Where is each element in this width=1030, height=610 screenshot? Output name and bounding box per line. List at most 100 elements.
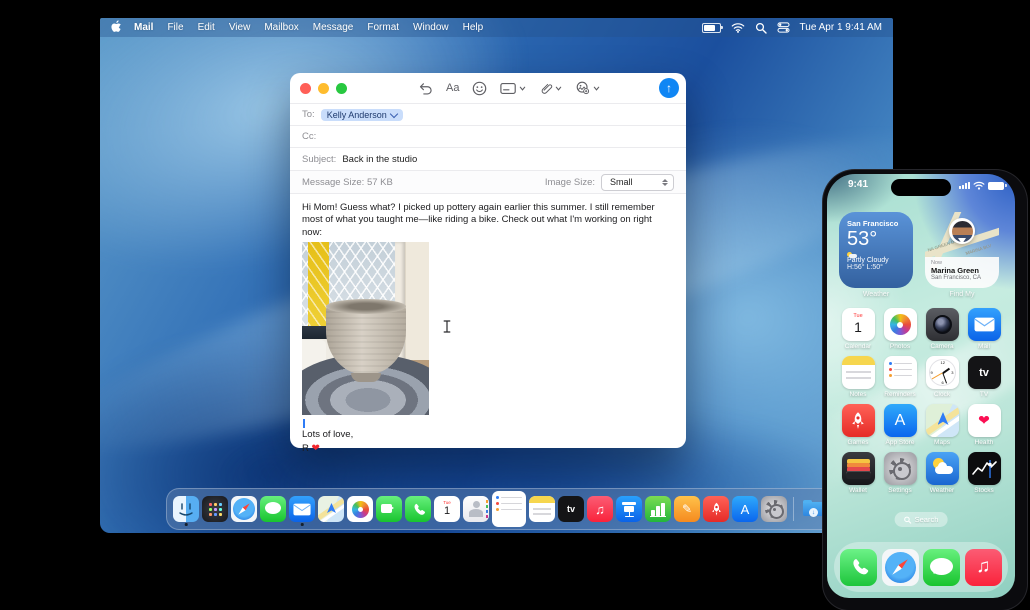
wifi-icon[interactable] xyxy=(731,22,745,33)
dock-appstore-icon[interactable]: A xyxy=(732,496,758,522)
spotlight-search-icon[interactable] xyxy=(755,22,767,34)
dock-maps-icon[interactable] xyxy=(318,496,344,522)
dock-notes-icon[interactable] xyxy=(529,496,555,522)
menu-item-file[interactable]: File xyxy=(167,22,183,33)
mail-compose-window: Aa ↑ To: Kelly Anderson Cc: Subject: Bac… xyxy=(290,73,686,454)
music-note-icon: ♫ xyxy=(976,556,991,577)
app-label: Calendar xyxy=(844,343,872,350)
app-label: Stocks xyxy=(974,487,994,494)
weather-widget[interactable]: San Francisco 53° Partly Cloudy H:56° L:… xyxy=(839,212,913,288)
app-mail[interactable]: Mail xyxy=(964,308,1004,350)
cc-field[interactable]: Cc: xyxy=(290,125,686,147)
app-label: Photos xyxy=(889,343,911,350)
findmy-widget-label: Find My xyxy=(949,291,975,298)
send-arrow-icon: ↑ xyxy=(666,81,672,95)
battery-icon xyxy=(988,181,1007,190)
app-health[interactable]: ❤ Health xyxy=(964,404,1004,446)
chevron-down-icon xyxy=(594,86,600,91)
to-field[interactable]: To: Kelly Anderson xyxy=(290,103,686,125)
menu-item-mail[interactable]: Mail xyxy=(134,22,153,33)
dock-music-icon[interactable]: ♫ xyxy=(587,496,613,522)
apple-menu[interactable] xyxy=(111,19,122,36)
app-settings[interactable]: Settings xyxy=(880,452,920,494)
zoom-window-button[interactable] xyxy=(336,82,347,94)
message-body[interactable]: Hi Mom! Guess what? I picked up pottery … xyxy=(290,194,686,456)
dock-safari-icon[interactable] xyxy=(231,496,257,522)
cellular-signal-icon xyxy=(959,181,970,190)
dock-numbers-icon[interactable] xyxy=(645,496,671,522)
app-tv[interactable]: tv TV xyxy=(964,356,1004,398)
dock-pages-icon[interactable]: ✎ xyxy=(674,496,700,522)
dock-safari-icon[interactable] xyxy=(881,548,919,586)
dock-contacts-icon[interactable] xyxy=(463,496,489,522)
app-reminders[interactable]: Reminders xyxy=(880,356,920,398)
dock-games-icon[interactable] xyxy=(703,496,729,522)
dock-reminders-icon[interactable] xyxy=(492,491,526,527)
dock-music-icon[interactable]: ♫ xyxy=(964,548,1002,586)
dock-tv-icon[interactable]: tv xyxy=(558,496,584,522)
app-stocks[interactable]: Stocks xyxy=(964,452,1004,494)
menu-item-view[interactable]: View xyxy=(229,22,251,33)
app-notes[interactable]: Notes xyxy=(838,356,878,398)
menu-item-mailbox[interactable]: Mailbox xyxy=(264,22,298,33)
attach-file-button[interactable] xyxy=(539,81,562,96)
app-maps[interactable]: Maps xyxy=(922,404,962,446)
menu-item-format[interactable]: Format xyxy=(367,22,399,33)
dock-facetime-icon[interactable] xyxy=(376,496,402,522)
dock-phone-icon[interactable] xyxy=(405,496,431,522)
menu-item-window[interactable]: Window xyxy=(413,22,449,33)
to-label: To: xyxy=(302,109,315,120)
menu-item-edit[interactable]: Edit xyxy=(198,22,215,33)
dock-settings-icon[interactable] xyxy=(761,496,787,522)
heart-icon: ❤ xyxy=(978,412,990,428)
subject-field[interactable]: Subject: Back in the studio xyxy=(290,147,686,170)
download-arrow-icon: ↓ xyxy=(809,508,818,517)
image-size-select[interactable]: Small xyxy=(601,173,674,191)
findmy-info-panel: Now Marina Green San Francisco, CA xyxy=(925,257,999,288)
control-center-icon[interactable] xyxy=(777,22,790,33)
recipient-pill[interactable]: Kelly Anderson xyxy=(320,108,403,121)
avatar-map-pin xyxy=(949,218,975,244)
video-camera-icon xyxy=(381,504,394,513)
app-photos[interactable]: Photos xyxy=(880,308,920,350)
camera-lens-icon xyxy=(932,315,952,334)
format-button[interactable]: Aa xyxy=(446,82,459,94)
app-camera[interactable]: Camera xyxy=(922,308,962,350)
insert-photo-button[interactable] xyxy=(575,81,600,95)
dock-messages-icon[interactable] xyxy=(260,496,286,522)
findmy-widget[interactable]: NA GREEN DR MARINA BLV Now Marina Green … xyxy=(925,212,999,288)
dock-photos-icon[interactable] xyxy=(347,496,373,522)
dock-keynote-icon[interactable] xyxy=(616,496,642,522)
body-paragraph: Hi Mom! Guess what? I picked up pottery … xyxy=(302,202,655,238)
send-button[interactable]: ↑ xyxy=(659,78,679,98)
tv-logo: tv xyxy=(979,366,989,379)
dock-mail-icon[interactable] xyxy=(289,496,315,526)
home-search-pill[interactable]: Search xyxy=(894,512,948,527)
app-games[interactable]: Games xyxy=(838,404,878,446)
minimize-window-button[interactable] xyxy=(318,82,329,94)
pen-icon: ✎ xyxy=(681,502,693,516)
app-appstore[interactable]: A App Store xyxy=(880,404,920,446)
menu-item-message[interactable]: Message xyxy=(313,22,354,33)
undo-button[interactable] xyxy=(418,81,433,95)
header-fields-button[interactable] xyxy=(500,82,526,95)
music-note-icon: ♫ xyxy=(595,501,605,517)
pottery-photo-attachment[interactable] xyxy=(302,242,429,416)
tv-logo: tv xyxy=(566,504,575,514)
dock-calendar-icon[interactable]: Tue 1 xyxy=(434,496,460,522)
app-weather[interactable]: Weather xyxy=(922,452,962,494)
dock-launchpad-icon[interactable] xyxy=(202,496,228,522)
app-clock[interactable]: 12 3 6 9 Clock xyxy=(922,356,962,398)
dock-phone-icon[interactable] xyxy=(840,548,878,586)
dock-finder-icon[interactable] xyxy=(173,496,199,526)
dock-messages-icon[interactable] xyxy=(923,548,961,586)
emoji-button[interactable] xyxy=(472,81,487,96)
battery-icon[interactable] xyxy=(701,22,723,33)
app-wallet[interactable]: Wallet xyxy=(838,452,878,494)
app-calendar[interactable]: Tue 1 Calendar xyxy=(838,308,878,350)
close-window-button[interactable] xyxy=(300,82,311,94)
menubar-clock[interactable]: Tue Apr 1 9:41 AM xyxy=(800,22,882,33)
menu-item-help[interactable]: Help xyxy=(463,22,484,33)
chevron-down-icon xyxy=(520,86,526,91)
window-titlebar: Aa ↑ xyxy=(290,73,686,103)
